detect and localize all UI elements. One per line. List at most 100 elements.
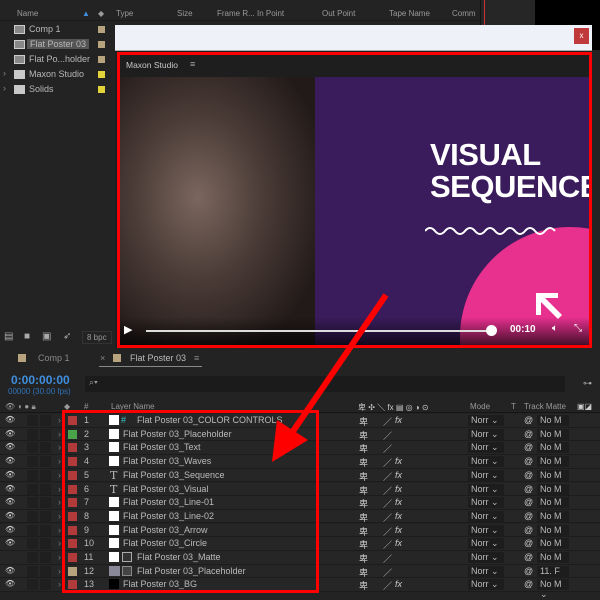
label-swatch[interactable] — [98, 71, 105, 78]
visibility-eye-icon[interactable]: 👁︎ — [5, 538, 15, 547]
quality-switch-icon[interactable]: ／ — [383, 470, 392, 483]
visibility-eye-icon[interactable]: 👁︎ — [5, 566, 15, 575]
track-matte-dropdown[interactable]: No M ⌄ — [537, 442, 569, 462]
audio-toggle[interactable] — [27, 524, 38, 536]
shy-switch-icon[interactable]: 卑 — [359, 579, 368, 592]
expand-chevron-icon[interactable]: › — [58, 484, 61, 494]
expand-chevron-icon[interactable]: › — [58, 429, 61, 439]
track-matte-link-icon[interactable]: @ — [524, 525, 533, 535]
mode-dropdown[interactable]: Norr ⌄ — [468, 538, 504, 550]
shy-switch-icon[interactable]: 卑 — [359, 484, 368, 497]
lock-toggle[interactable] — [40, 428, 51, 440]
label-swatch[interactable] — [98, 86, 105, 93]
track-matte-dropdown[interactable]: No M ⌄ — [537, 456, 569, 476]
sort-ascending-icon[interactable]: ▲ — [82, 9, 90, 18]
visibility-eye-icon[interactable]: 👁︎ — [5, 429, 15, 438]
audio-toggle[interactable] — [27, 497, 38, 509]
expand-chevron-icon[interactable]: › — [58, 511, 61, 521]
col-comment[interactable]: Comm — [452, 9, 476, 18]
mode-dropdown[interactable]: Norr ⌄ — [468, 510, 504, 522]
col-size[interactable]: Size — [177, 9, 193, 18]
mode-dropdown[interactable]: Norr ⌄ — [468, 469, 504, 481]
audio-toggle[interactable] — [27, 415, 38, 426]
track-matte-link-icon[interactable]: @ — [524, 497, 533, 507]
track-matte-link-icon[interactable]: @ — [524, 579, 533, 589]
expand-chevron-icon[interactable]: › — [58, 470, 61, 480]
expand-chevron-icon[interactable]: › — [58, 525, 61, 535]
track-matte-link-icon[interactable]: @ — [524, 538, 533, 548]
visibility-eye-icon[interactable]: 👁︎ — [5, 484, 15, 493]
track-matte-link-icon[interactable]: @ — [524, 470, 533, 480]
quality-switch-icon[interactable]: ／ — [383, 415, 392, 428]
lock-toggle[interactable] — [40, 524, 51, 536]
volume-icon[interactable]: 🔈︎ — [552, 323, 558, 334]
tab-menu-icon[interactable]: ≡ — [194, 353, 199, 363]
layer-search-input[interactable]: ⌕▾ — [85, 376, 565, 392]
track-matte-link-icon[interactable]: @ — [524, 429, 533, 439]
expand-chevron-icon[interactable]: › — [58, 579, 61, 589]
audio-toggle[interactable] — [27, 510, 38, 522]
shy-switch-icon[interactable]: 卑 — [359, 442, 368, 455]
track-matte-link-icon[interactable]: @ — [524, 552, 533, 562]
tab-comp-1[interactable]: Comp 1 — [38, 353, 70, 363]
quality-switch-icon[interactable]: ／ — [383, 566, 392, 579]
visibility-eye-icon[interactable]: 👁︎ — [5, 511, 15, 520]
project-item[interactable]: Comp 1 — [0, 22, 112, 37]
lock-toggle[interactable] — [40, 510, 51, 522]
lock-toggle[interactable] — [40, 579, 51, 591]
track-matte-link-icon[interactable]: @ — [524, 415, 533, 425]
play-icon[interactable]: ▶ — [124, 323, 132, 336]
seek-thumb[interactable] — [486, 325, 497, 336]
fx-switch-icon[interactable]: fx — [395, 470, 402, 480]
current-timecode[interactable]: 0:00:00:00 — [11, 373, 70, 387]
quality-switch-icon[interactable]: ／ — [383, 538, 392, 551]
track-matte-dropdown[interactable]: No M ⌄ — [537, 469, 569, 490]
mode-dropdown[interactable]: Norr ⌄ — [468, 442, 504, 454]
audio-toggle[interactable] — [27, 579, 38, 591]
label-swatch[interactable] — [98, 56, 105, 63]
fx-switch-icon[interactable]: fx — [395, 456, 402, 466]
expand-chevron-icon[interactable]: › — [58, 456, 61, 466]
lock-toggle[interactable] — [40, 538, 51, 550]
col-in-point[interactable]: In Point — [257, 9, 284, 18]
mode-dropdown[interactable]: Norr ⌄ — [468, 579, 504, 591]
audio-toggle[interactable] — [27, 483, 38, 495]
track-matte-link-icon[interactable]: @ — [524, 456, 533, 466]
track-matte-dropdown[interactable]: 11. F ⌄ — [537, 565, 569, 586]
new-comp-icon[interactable]: ▣ — [42, 331, 51, 342]
track-matte-dropdown[interactable]: No M ⌄ — [537, 428, 569, 449]
shy-switch-icon[interactable]: 卑 — [359, 552, 368, 565]
audio-toggle[interactable] — [27, 469, 38, 481]
mode-dropdown[interactable]: Norr ⌄ — [468, 565, 504, 577]
quality-switch-icon[interactable]: ／ — [383, 579, 392, 592]
mode-dropdown[interactable]: Norr ⌄ — [468, 524, 504, 536]
lock-toggle[interactable] — [40, 483, 51, 495]
expand-chevron-icon[interactable]: › — [58, 497, 61, 507]
label-tag-icon[interactable]: ◆ — [98, 9, 104, 18]
col-type[interactable]: Type — [116, 9, 133, 18]
tab-close-icon[interactable]: × — [100, 353, 105, 363]
quality-switch-icon[interactable]: ／ — [383, 511, 392, 524]
mode-dropdown[interactable]: Norr ⌄ — [468, 497, 504, 509]
close-button[interactable]: x — [574, 28, 589, 44]
fx-switch-icon[interactable]: fx — [395, 511, 402, 521]
interpret-footage-icon[interactable]: ▤ — [4, 331, 13, 342]
visibility-eye-icon[interactable]: 👁︎ — [5, 579, 15, 588]
shy-switch-icon[interactable]: 卑 — [359, 470, 368, 483]
expand-chevron-icon[interactable]: › — [3, 68, 6, 78]
quality-switch-icon[interactable]: ／ — [383, 456, 392, 469]
project-item[interactable]: › Solids — [0, 82, 112, 97]
visibility-eye-icon[interactable]: 👁︎ — [5, 497, 15, 506]
visibility-eye-icon[interactable]: 👁︎ — [5, 470, 15, 479]
shy-switch-icon[interactable]: 卑 — [359, 566, 368, 579]
quality-switch-icon[interactable]: ／ — [383, 525, 392, 538]
track-matte-dropdown[interactable]: No M ⌄ — [537, 579, 569, 599]
fx-switch-icon[interactable]: fx — [395, 415, 402, 425]
shy-switch-icon[interactable]: 卑 — [359, 525, 368, 538]
shy-switch-icon[interactable]: 卑 — [359, 415, 368, 428]
quality-switch-icon[interactable]: ／ — [383, 429, 392, 442]
dialog-titlebar[interactable]: x — [115, 25, 592, 51]
exit-fullscreen-icon[interactable]: ⤡ — [574, 323, 582, 334]
mode-dropdown[interactable]: Norr ⌄ — [468, 456, 504, 468]
lock-toggle[interactable] — [40, 497, 51, 509]
